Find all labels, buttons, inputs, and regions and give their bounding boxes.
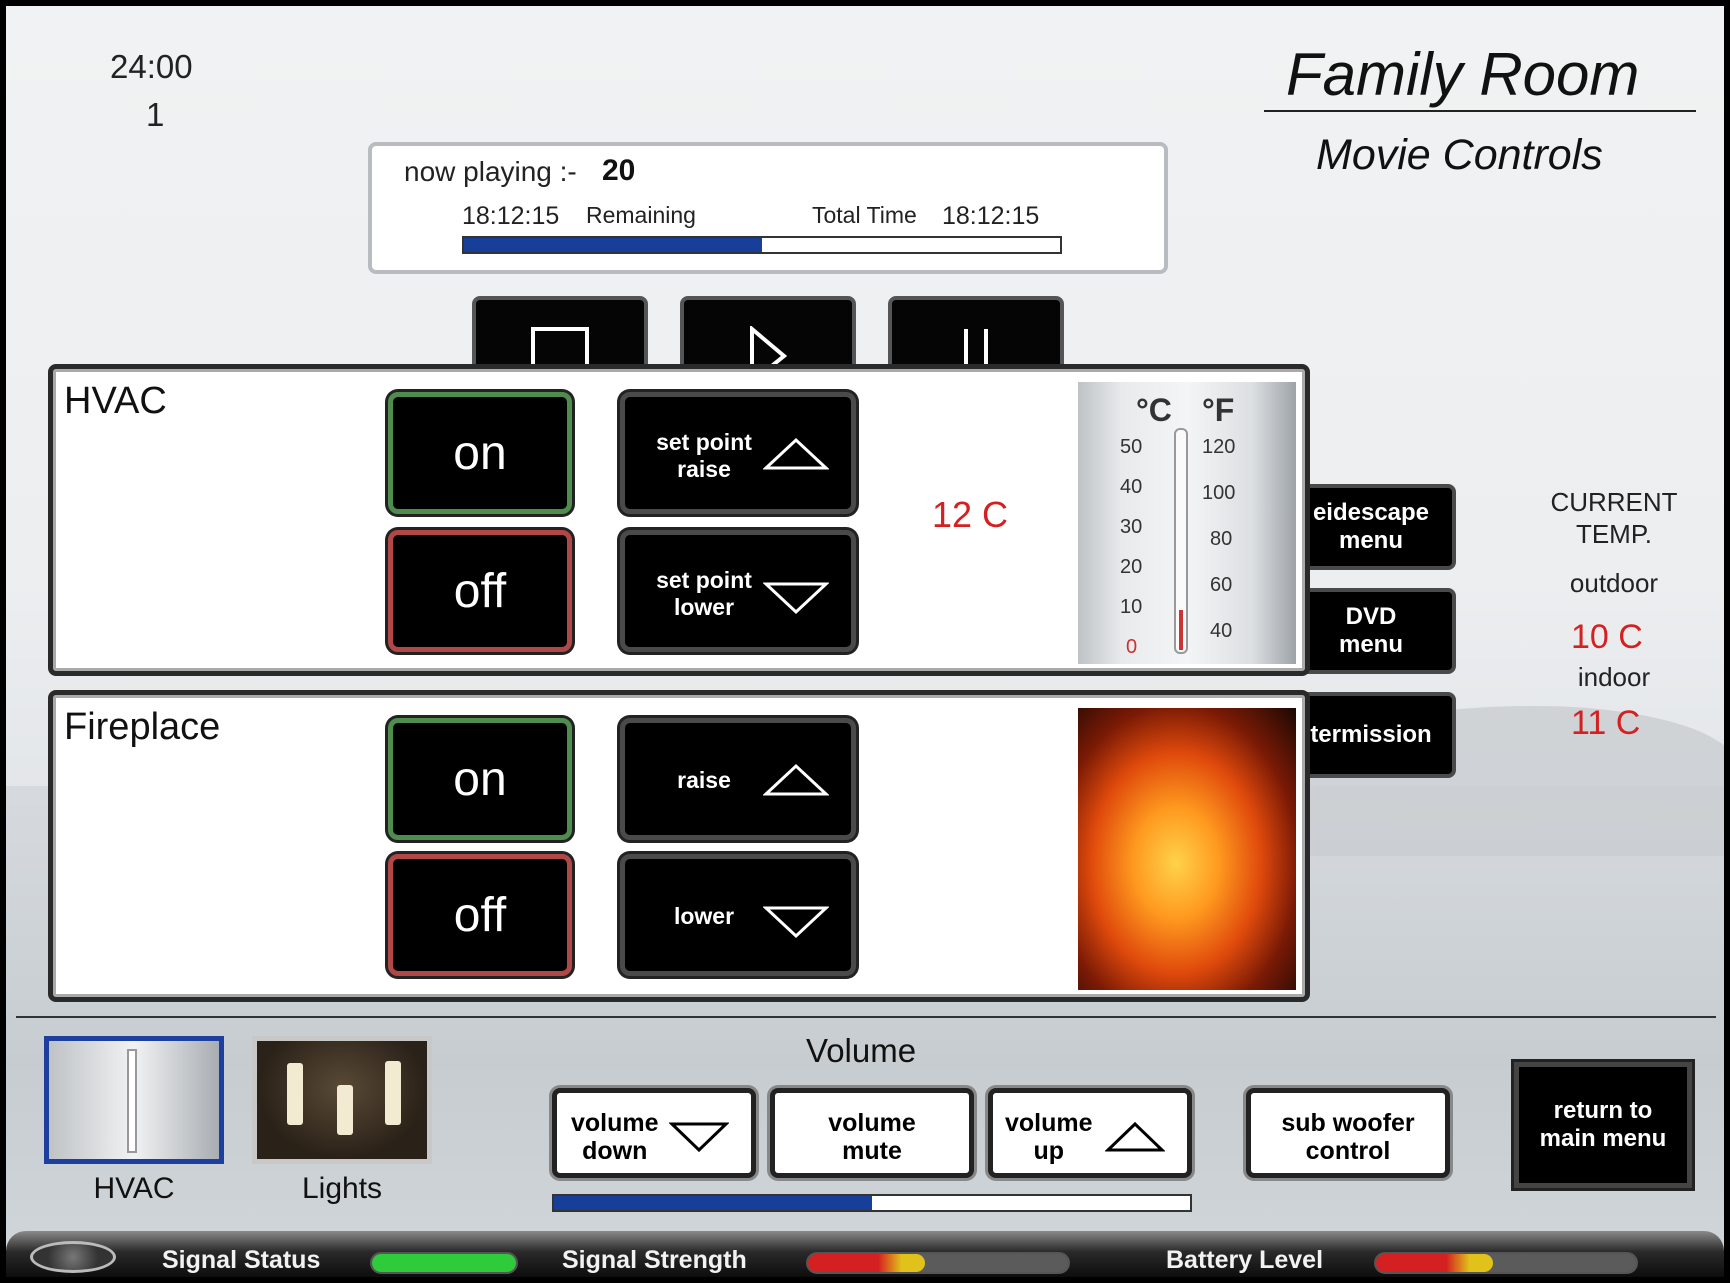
fireplace-raise-label: raise	[677, 767, 731, 793]
thermometer-icon	[127, 1049, 137, 1153]
dvd-menu-button[interactable]: DVD menu	[1286, 588, 1456, 674]
page-subtitle: Movie Controls	[1316, 131, 1603, 179]
title-rule	[1264, 110, 1696, 112]
up-arrow-icon	[1105, 1121, 1165, 1152]
celsius-unit: °C	[1136, 392, 1172, 428]
fahrenheit-unit: °F	[1202, 392, 1235, 428]
volume-down-button[interactable]: volume down	[552, 1088, 756, 1178]
f-tick: 100	[1202, 482, 1236, 504]
hvac-title: HVAC	[64, 380, 167, 422]
hvac-on-button[interactable]: on	[388, 392, 572, 514]
volume-up-button[interactable]: volume up	[988, 1088, 1192, 1178]
remaining-label: Remaining	[586, 202, 696, 228]
fireplace-on-button[interactable]: on	[388, 718, 572, 840]
signal-status-label: Signal Status	[162, 1246, 321, 1274]
set-point-raise-label: set point raise	[656, 429, 752, 482]
f-tick: 40	[1210, 620, 1233, 642]
volume-level-bar[interactable]	[552, 1194, 1192, 1212]
fireplace-lower-button[interactable]: lower	[620, 854, 856, 976]
down-arrow-icon	[763, 582, 829, 615]
intermission-button[interactable]: termission	[1286, 692, 1456, 778]
clock: 24:00	[110, 48, 193, 85]
fireplace-off-button[interactable]: off	[388, 854, 572, 976]
volume-title: Volume	[806, 1032, 917, 1069]
outdoor-temp-value: 10 C	[1571, 618, 1643, 656]
fireplace-lower-label: lower	[673, 903, 735, 929]
return-to-main-menu-button[interactable]: return to main menu	[1514, 1062, 1692, 1188]
signal-strength-fill	[808, 1254, 925, 1272]
up-arrow-icon	[763, 437, 829, 470]
c-tick: 20	[1120, 556, 1143, 578]
signal-strength-label: Signal Strength	[562, 1246, 747, 1274]
volume-mute-button[interactable]: volume mute	[770, 1088, 974, 1178]
sub-woofer-label: sub woofer control	[1281, 1109, 1415, 1165]
room-title: Family Room	[1286, 41, 1640, 108]
c-tick: 40	[1120, 476, 1143, 498]
total-time-label: Total Time	[812, 202, 917, 228]
total-time: 18:12:15	[942, 202, 1040, 230]
battery-level-fill	[1376, 1254, 1493, 1272]
thermometer-mercury	[1179, 610, 1183, 650]
thermometer-tube	[1174, 428, 1188, 654]
remaining-time: 18:12:15	[462, 202, 560, 230]
indoor-temp-value: 11 C	[1571, 704, 1641, 742]
lights-thumbnail[interactable]	[252, 1036, 432, 1164]
volume-mute-label: volume mute	[828, 1109, 916, 1165]
volume-up-label: volume up	[1005, 1109, 1093, 1165]
playback-progress-fill	[464, 238, 762, 252]
sub-woofer-control-button[interactable]: sub woofer control	[1246, 1088, 1450, 1178]
clock-sub: 1	[146, 96, 165, 133]
current-temp-heading: CURRENT TEMP.	[1550, 487, 1678, 549]
f-tick: 60	[1210, 574, 1233, 596]
hvac-thumbnail-label: HVAC	[93, 1172, 175, 1205]
set-point-raise-button[interactable]: set point raise	[620, 392, 856, 514]
lights-thumbnail-label: Lights	[301, 1172, 383, 1205]
kaleidescape-menu-button[interactable]: eidescape menu	[1286, 484, 1456, 570]
f-tick: 120	[1202, 436, 1236, 458]
signal-status-meter	[370, 1252, 518, 1274]
hvac-setpoint-value: 12 C	[932, 494, 1009, 535]
down-arrow-icon	[669, 1122, 729, 1153]
hvac-thumbnail[interactable]	[44, 1036, 224, 1164]
c-tick: 0	[1126, 636, 1138, 658]
c-tick: 10	[1120, 596, 1143, 618]
fireplace-raise-button[interactable]: raise	[620, 718, 856, 840]
outdoor-label: outdoor	[1569, 568, 1659, 598]
down-arrow-icon	[763, 906, 829, 939]
volume-level-fill	[554, 1196, 872, 1210]
battery-level-label: Battery Level	[1166, 1246, 1324, 1274]
signal-strength-meter	[806, 1252, 1070, 1274]
thermometer-image: °C °F 50 40 30 20 10 0 120 100 80 60 40	[1078, 382, 1296, 664]
candle-icon	[337, 1085, 353, 1135]
candle-icon	[385, 1061, 401, 1125]
up-arrow-icon	[763, 763, 829, 796]
swirl-logo-icon	[30, 1241, 116, 1273]
c-tick: 50	[1120, 436, 1143, 458]
hvac-off-button[interactable]: off	[388, 530, 572, 652]
candle-icon	[287, 1063, 303, 1125]
touch-panel-screen: 24:00 1 Family Room Movie Controls now p…	[6, 6, 1724, 1277]
c-tick: 30	[1120, 516, 1143, 538]
fireplace-flame-image	[1078, 708, 1296, 990]
set-point-lower-label: set point lower	[656, 567, 752, 620]
volume-down-label: volume down	[571, 1109, 659, 1165]
fireplace-title: Fireplace	[64, 706, 221, 748]
now-playing-label: now playing :-	[404, 156, 577, 187]
f-tick: 80	[1210, 528, 1233, 550]
battery-level-meter	[1374, 1252, 1638, 1274]
playback-progress-bar[interactable]	[462, 236, 1062, 254]
set-point-lower-button[interactable]: set point lower	[620, 530, 856, 652]
now-playing-track: 20	[602, 154, 636, 187]
indoor-label: indoor	[1577, 662, 1651, 692]
section-divider	[16, 1016, 1716, 1018]
signal-status-fill	[372, 1254, 516, 1272]
